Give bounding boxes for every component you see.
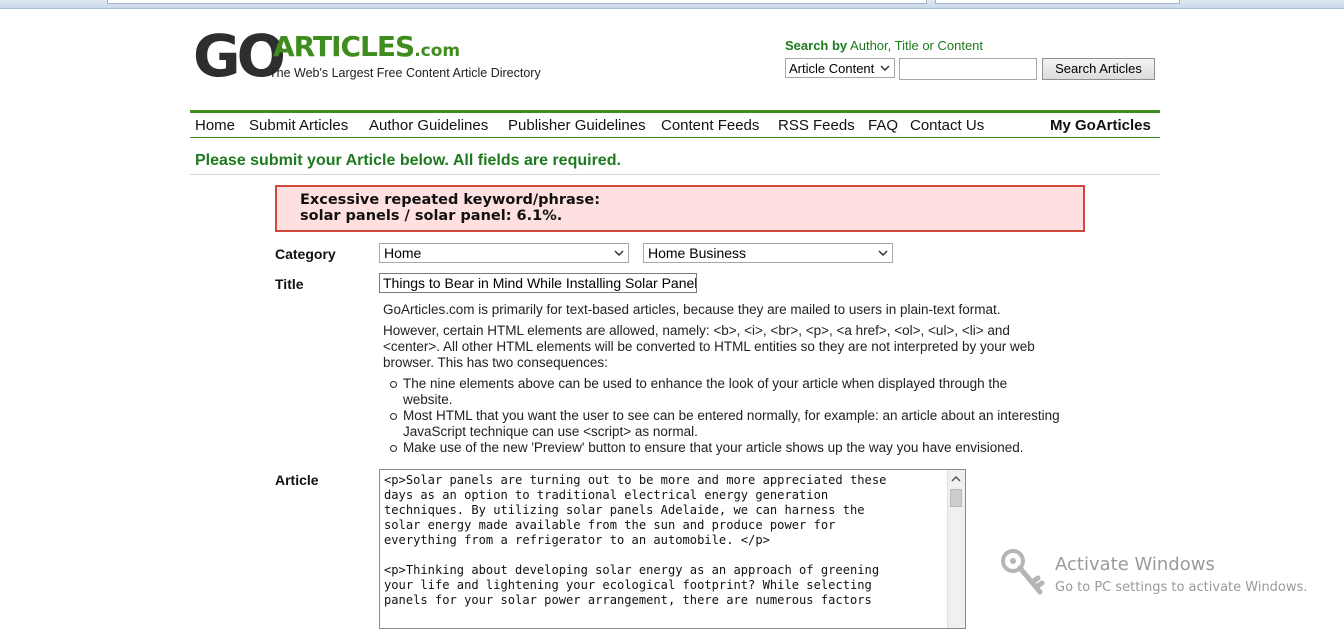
article-textarea[interactable]: <p>Solar panels are turning out to be mo…: [379, 469, 966, 629]
category-label: Category: [275, 246, 336, 262]
nav-submit-articles[interactable]: Submit Articles: [249, 117, 348, 134]
search-type-value: Article Content: [789, 61, 875, 76]
nav-my-goarticles[interactable]: My GoArticles: [1050, 117, 1151, 134]
search-label: Search by Author, Title or Content: [785, 38, 1160, 53]
title-label: Title: [275, 276, 304, 292]
error-line-2: solar panels / solar panel: 6.1%.: [300, 208, 563, 224]
scroll-thumb[interactable]: [950, 489, 962, 507]
nav-contact-us[interactable]: Contact Us: [910, 117, 984, 134]
address-bar-edge[interactable]: [107, 0, 927, 4]
search-label-rest: Author, Title or Content: [847, 38, 984, 53]
category-select[interactable]: Home: [379, 243, 629, 263]
nav-rss-feeds[interactable]: RSS Feeds: [778, 117, 855, 134]
nav-content-feeds[interactable]: Content Feeds: [661, 117, 759, 134]
info-bullet: Make use of the new 'Preview' button to …: [390, 440, 1080, 456]
goarticles-logo[interactable]: GO ARTICLES.com The Web's Largest Free C…: [193, 27, 541, 90]
logo-com: .com: [414, 41, 461, 61]
article-content: <p>Solar panels are turning out to be mo…: [384, 473, 887, 607]
search-type-select[interactable]: Article Content: [785, 58, 895, 78]
subcategory-select[interactable]: Home Business: [643, 243, 893, 263]
search-articles-button[interactable]: Search Articles: [1042, 58, 1155, 80]
search-area: Search by Author, Title or Content Artic…: [785, 38, 1160, 80]
article-label: Article: [275, 472, 319, 488]
logo-articles-text: ARTICLES: [273, 30, 415, 63]
nav-home[interactable]: Home: [195, 117, 235, 134]
key-icon: [1001, 549, 1045, 595]
watermark-subtitle: Go to PC settings to activate Windows.: [1055, 580, 1308, 595]
article-scrollbar[interactable]: [947, 470, 965, 628]
watermark-title: Activate Windows: [1055, 554, 1215, 575]
main-nav: Home Submit Articles Author Guidelines P…: [190, 110, 1160, 138]
page-container: GO ARTICLES.com The Web's Largest Free C…: [190, 8, 1160, 629]
info-paragraph-2: However, certain HTML elements are allow…: [383, 323, 1035, 370]
nav-faq[interactable]: FAQ: [868, 117, 898, 134]
error-message: Excessive repeated keyword/phrase: solar…: [275, 185, 1085, 232]
error-line-1: Excessive repeated keyword/phrase:: [300, 192, 601, 208]
chevron-down-icon: [614, 250, 624, 257]
chevron-down-icon: [878, 250, 888, 257]
activate-windows-watermark: Activate Windows Go to PC settings to ac…: [1000, 548, 1344, 609]
info-bullet: The nine elements above can be used to e…: [390, 376, 1060, 408]
logo-articles: ARTICLES.com: [273, 32, 460, 66]
nav-publisher-guidelines[interactable]: Publisher Guidelines: [508, 117, 646, 134]
scroll-up-arrow-icon[interactable]: [951, 475, 961, 483]
logo-tagline: The Web's Largest Free Content Article D…: [269, 66, 541, 80]
title-input[interactable]: Things to Bear in Mind While Installing …: [379, 273, 697, 293]
search-label-bold: Search by: [785, 38, 848, 53]
divider: [190, 174, 1160, 175]
browser-search-edge[interactable]: [935, 0, 1180, 4]
page-heading: Please submit your Article below. All fi…: [195, 152, 621, 169]
chevron-down-icon: [880, 65, 890, 72]
search-input[interactable]: [899, 58, 1037, 80]
search-row: Article Content Search Articles: [785, 58, 1160, 82]
subcategory-value: Home Business: [648, 245, 747, 261]
nav-author-guidelines[interactable]: Author Guidelines: [369, 117, 488, 134]
info-paragraph-1: GoArticles.com is primarily for text-bas…: [383, 302, 1001, 317]
category-value: Home: [384, 245, 422, 261]
info-bullet: Most HTML that you want the user to see …: [390, 408, 1060, 440]
